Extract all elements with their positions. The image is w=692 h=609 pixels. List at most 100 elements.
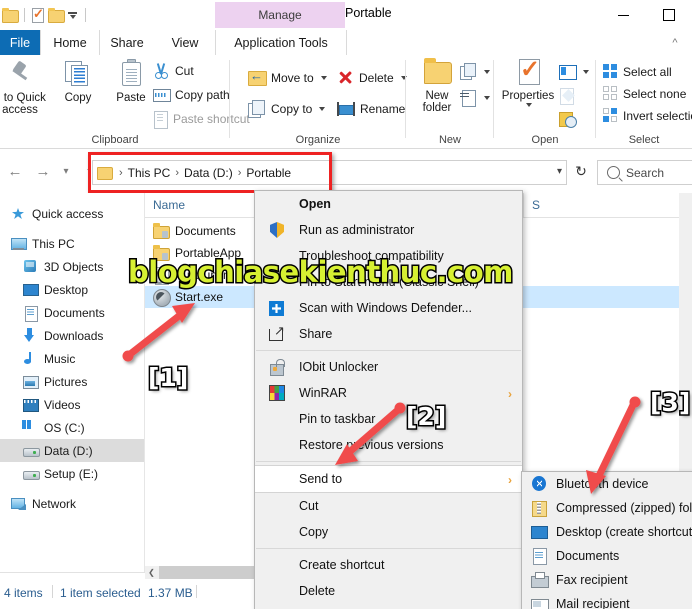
history-button[interactable] [559, 109, 577, 130]
sidebar-item-pictures[interactable]: Pictures [0, 370, 144, 393]
properties-label: Properties [501, 90, 555, 102]
new-item-button[interactable] [460, 61, 490, 82]
context-menu-item-copy[interactable]: Copy [255, 519, 522, 545]
context-menu-item-create-shortcut[interactable]: Create shortcut [255, 552, 522, 578]
context-menu-item-delete[interactable]: Delete [255, 578, 522, 604]
properties-icon[interactable] [31, 6, 45, 23]
new-folder-button[interactable]: New folder [409, 57, 465, 114]
submenu-item-mail-recipient-label: Mail recipient [556, 597, 630, 609]
properties-icon [511, 56, 545, 87]
submenu-item-desktop-create-shortcut[interactable]: Desktop (create shortcut) [522, 520, 692, 544]
contextual-tab-header: Manage [215, 2, 345, 28]
properties-button[interactable]: Properties [497, 56, 559, 107]
context-menu-item-restore-previous-versions[interactable]: Restore previous versions [255, 432, 522, 458]
sidebar-item-network[interactable]: Network [0, 492, 144, 515]
file-explorer-window: Manage Portable File Home Share View App… [0, 0, 692, 609]
sidebar-item-desktop[interactable]: Desktop [0, 278, 144, 301]
marker-2-label: [2] [404, 401, 447, 433]
copy-to-icon [248, 100, 266, 118]
context-menu-item-pin-to-taskbar[interactable]: Pin to taskbar [255, 406, 522, 432]
submenu-item-mail-recipient[interactable]: Mail recipient [522, 592, 692, 609]
sidebar-item-videos[interactable]: Videos [0, 393, 144, 416]
tab-view[interactable]: View [156, 30, 214, 55]
sidebar-item-quick-access[interactable]: Quick access [0, 202, 144, 225]
copy-button[interactable]: Copy [50, 59, 106, 104]
recent-locations-chevron-down-icon[interactable]: ▾ [58, 159, 74, 183]
sidebar-item-this-pc[interactable]: This PC [0, 232, 144, 255]
chevron-right-icon: › [508, 387, 512, 401]
select-none-button[interactable]: Select none [603, 83, 686, 104]
copy-path-button[interactable]: Copy path [153, 84, 230, 105]
network-icon [10, 495, 27, 512]
pin-to-quick-access-button[interactable]: n to Quickaccess [0, 59, 48, 116]
context-menu-item-rename[interactable]: Rename [255, 604, 522, 609]
sidebar-item-downloads[interactable]: Downloads [0, 324, 144, 347]
cut-button[interactable]: Cut [153, 60, 194, 81]
sidebar-item-os-c[interactable]: OS (C:) [0, 416, 144, 439]
copy-to-button[interactable]: Copy to [248, 98, 326, 119]
context-menu-item-cut-label: Cut [299, 499, 319, 513]
select-all-button[interactable]: Select all [603, 61, 672, 82]
submenu-item-documents[interactable]: Documents [522, 544, 692, 568]
sidebar-item-data-d-label: Data (D:) [44, 443, 93, 458]
move-to-icon [248, 68, 267, 86]
context-menu-item-scan-with-windows-defender-label: Scan with Windows Defender... [299, 301, 472, 315]
sidebar-item-desktop-label: Desktop [44, 282, 89, 297]
tab-file[interactable]: File [0, 30, 40, 55]
submenu-item-fax-recipient[interactable]: Fax recipient [522, 568, 692, 592]
invert-selection-button[interactable]: Invert selectio [603, 105, 692, 126]
search-input[interactable]: Search [597, 160, 692, 185]
rename-button[interactable]: Rename [337, 98, 405, 119]
scroll-left-icon[interactable]: ❮ [145, 566, 158, 579]
title-bar: Manage Portable [0, 0, 692, 30]
submenu-item-desktop-create-shortcut-label: Desktop (create shortcut) [556, 525, 692, 539]
status-divider [52, 585, 53, 598]
context-menu-item-send-to[interactable]: Send to › [255, 465, 522, 493]
context-menu-item-winrar[interactable]: WinRAR › [255, 380, 522, 406]
address-chevron-down-icon[interactable]: ▾ [557, 166, 562, 177]
history-icon [559, 111, 577, 128]
rename-label: Rename [360, 101, 406, 116]
context-menu-item-iobit-unlocker[interactable]: IObit Unlocker [255, 354, 522, 380]
sidebar-item-videos-label: Videos [44, 397, 81, 412]
maximize-button[interactable] [646, 0, 692, 30]
tab-share[interactable]: Share [98, 30, 156, 55]
folder-icon[interactable] [2, 8, 19, 23]
sidebar-item-setup-e[interactable]: Setup (E:) [0, 462, 144, 485]
minimize-button[interactable] [600, 0, 646, 30]
sidebar-item-data-d[interactable]: Data (D:) [0, 439, 144, 462]
context-menu-item-run-as-administrator[interactable]: Run as administrator [255, 217, 522, 243]
context-menu-separator [256, 350, 521, 351]
submenu-item-fax-recipient-label: Fax recipient [556, 573, 628, 587]
context-menu-item-open[interactable]: Open [255, 191, 522, 217]
back-arrow-icon[interactable]: ← [2, 159, 28, 183]
customize-dropdown-icon[interactable] [67, 8, 79, 22]
forward-arrow-icon[interactable]: → [30, 159, 56, 183]
context-menu-item-cut[interactable]: Cut [255, 493, 522, 519]
submenu-item-bluetooth-device[interactable]: Bluetooth device [522, 472, 692, 496]
tab-application-tools[interactable]: Application Tools [215, 30, 347, 56]
sidebar-item-this-pc-label: This PC [32, 236, 75, 251]
pin-to-quick-access-label: n to Quickaccess [0, 92, 46, 116]
delete-button[interactable]: Delete [337, 67, 407, 88]
context-menu-item-scan-with-windows-defender[interactable]: Scan with Windows Defender... [255, 295, 522, 321]
invert-selection-icon [603, 108, 618, 123]
sidebar-item-documents[interactable]: Documents [0, 301, 144, 324]
breadcrumb-highlight-annotation [88, 152, 332, 193]
sidebar-item-music[interactable]: Music [0, 347, 144, 370]
ribbon-group-select: Select all Select none Invert selectio S… [596, 55, 692, 148]
open-with-button[interactable] [559, 61, 589, 82]
tab-home[interactable]: Home [40, 30, 100, 56]
ribbon-group-new: New folder New [406, 55, 494, 148]
context-menu-item-share[interactable]: Share [255, 321, 522, 347]
exe-file-icon [153, 289, 171, 307]
easy-access-button[interactable] [460, 87, 490, 108]
refresh-icon[interactable]: ↻ [570, 161, 592, 182]
submenu-item-compressed-zipped-folder[interactable]: Compressed (zipped) fold [522, 496, 692, 520]
column-header-size[interactable]: S [523, 193, 603, 217]
collapse-ribbon-icon[interactable]: ^ [664, 30, 686, 55]
new-folder-icon[interactable] [48, 8, 65, 23]
sidebar-item-3d-objects[interactable]: 3D Objects [0, 255, 144, 278]
paste-button[interactable]: Paste [103, 59, 159, 104]
move-to-button[interactable]: Move to [248, 67, 327, 88]
